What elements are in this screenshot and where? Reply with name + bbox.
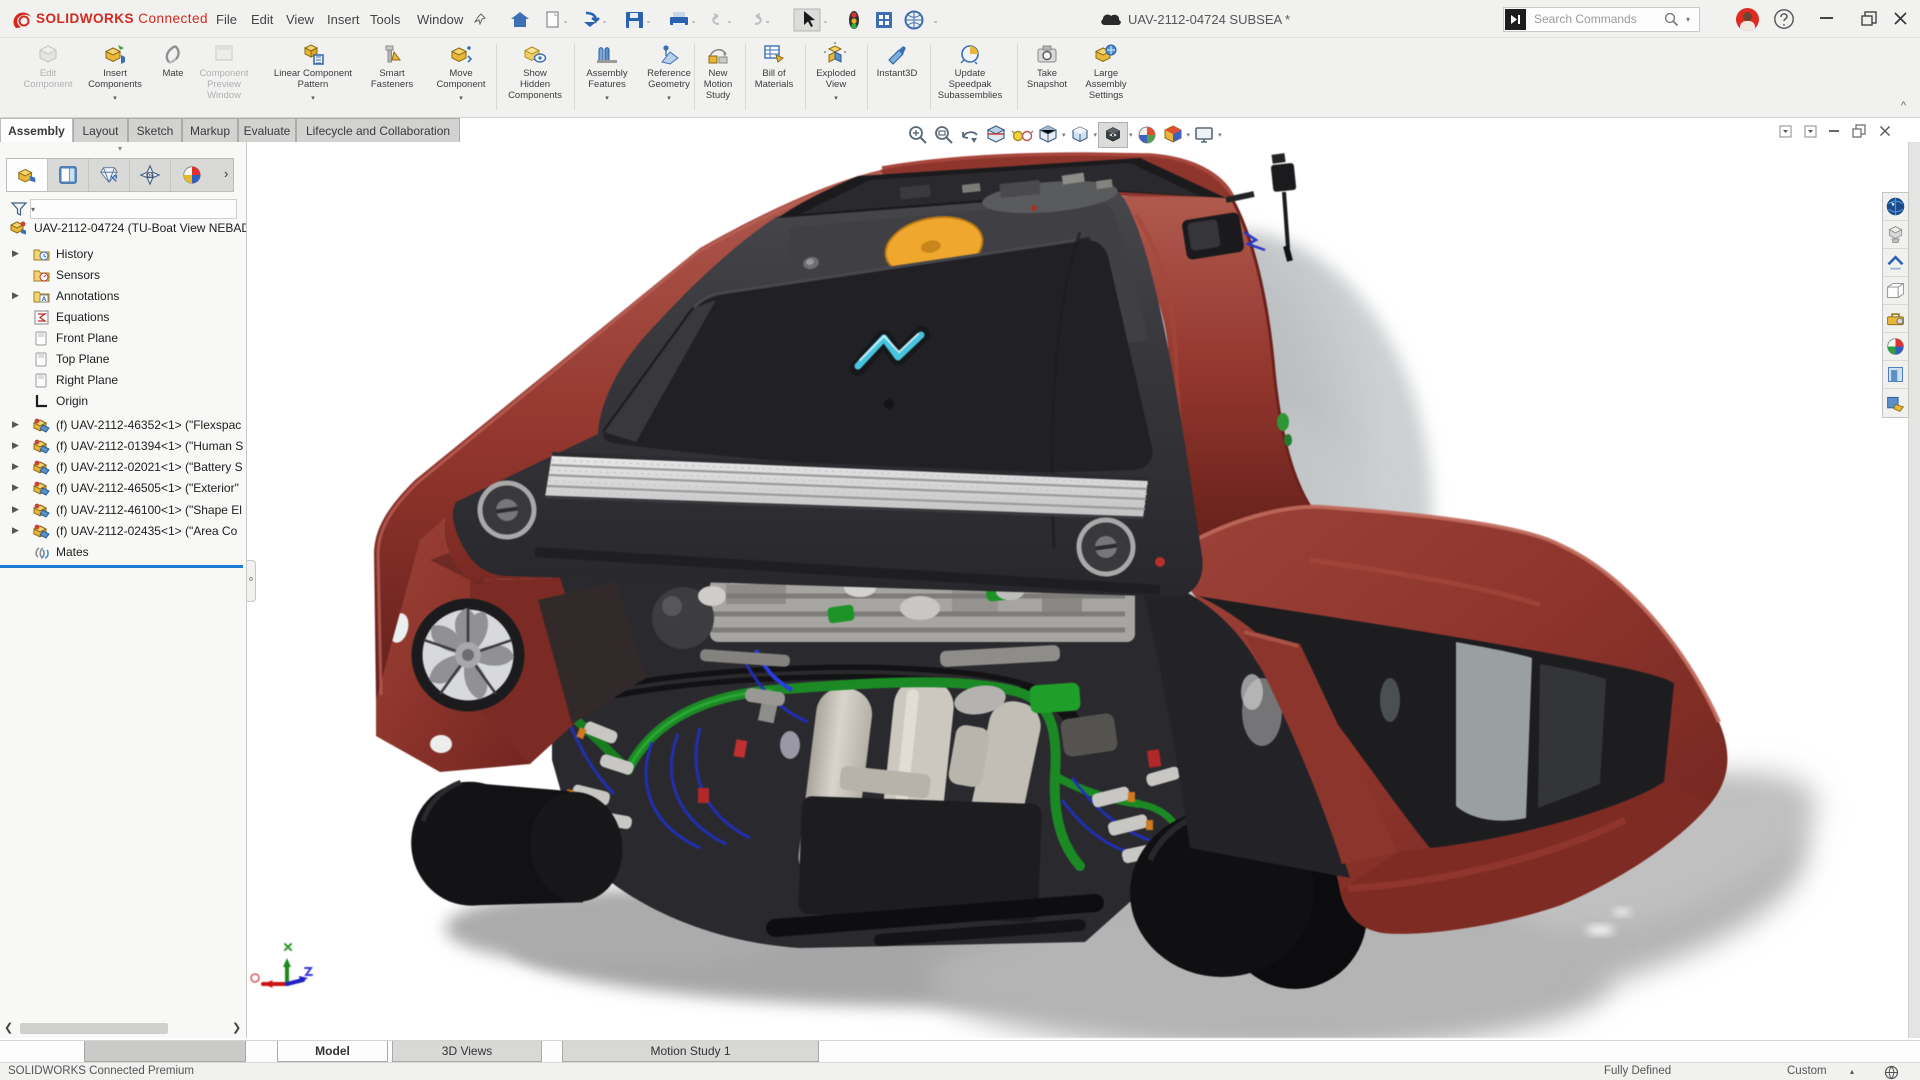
svg-text:A: A [42, 296, 47, 303]
